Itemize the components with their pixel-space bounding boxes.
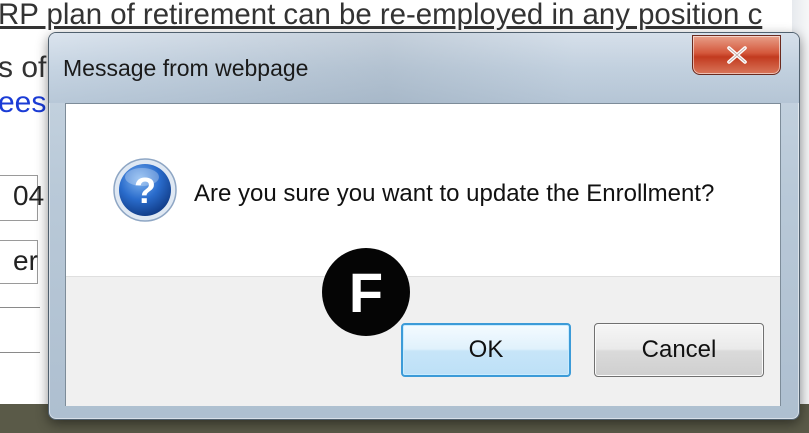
dialog-content: ? Are you sure you want to update the En… <box>65 103 781 406</box>
close-icon <box>726 46 748 64</box>
dialog-button-bar: OK Cancel <box>66 276 780 406</box>
question-icon: ? <box>112 157 178 223</box>
divider <box>0 352 40 353</box>
message-dialog: Message from webpage ? Are you sure you … <box>48 32 800 420</box>
message-area: ? Are you sure you want to update the En… <box>66 104 780 276</box>
svg-text:?: ? <box>134 170 156 211</box>
close-button[interactable] <box>692 35 781 75</box>
background-input-field[interactable]: er <box>0 240 38 284</box>
annotation-marker: F <box>322 248 410 336</box>
divider <box>0 307 40 308</box>
background-text-line: RP plan of retirement can be re-employed… <box>0 0 763 31</box>
dialog-titlebar[interactable]: Message from webpage <box>49 33 799 103</box>
cancel-button[interactable]: Cancel <box>594 323 764 377</box>
background-text-fragment: s of <box>0 51 47 84</box>
ok-button[interactable]: OK <box>401 323 571 377</box>
dialog-title: Message from webpage <box>63 55 309 81</box>
dialog-message: Are you sure you want to update the Enro… <box>194 180 715 207</box>
background-link[interactable]: ees <box>0 88 46 118</box>
background-input-field[interactable]: 04 <box>0 175 44 221</box>
